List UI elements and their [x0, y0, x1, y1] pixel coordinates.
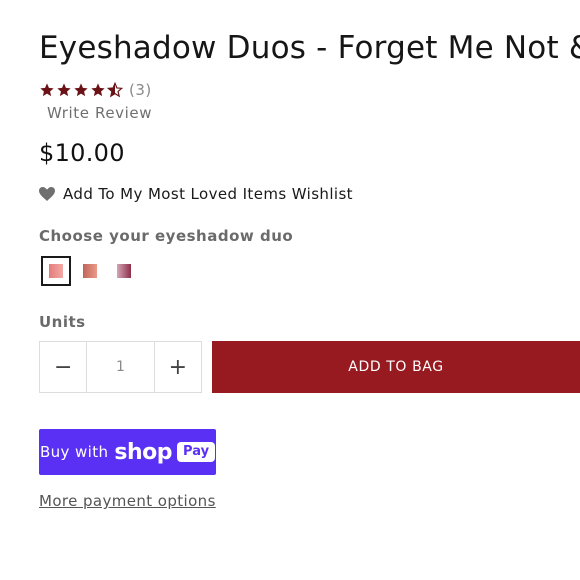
- quantity-decrease-button[interactable]: −: [40, 342, 87, 392]
- shop-logo: shop: [114, 439, 173, 465]
- rating-row[interactable]: (3): [39, 81, 152, 99]
- star-rating: [39, 82, 123, 98]
- swatch-color: [49, 264, 63, 278]
- review-count[interactable]: (3): [129, 81, 152, 99]
- buy-with-label: Buy with: [39, 443, 109, 461]
- more-payment-options-link[interactable]: More payment options: [39, 492, 216, 510]
- star-full-icon: [57, 83, 71, 97]
- wishlist-label: Add To My Most Loved Items Wishlist: [63, 185, 353, 203]
- swatch-option-3[interactable]: [109, 256, 139, 286]
- pay-badge: Pay: [177, 442, 216, 462]
- product-page: Eyeshadow Duos - Forget Me Not & (3) Wri…: [0, 0, 580, 580]
- variant-label: Choose your eyeshadow duo: [39, 227, 294, 245]
- star-half-icon: [107, 82, 123, 98]
- heart-icon: [39, 187, 55, 201]
- add-to-bag-button[interactable]: ADD TO BAG: [212, 341, 580, 393]
- star-full-icon: [74, 83, 88, 97]
- quantity-increase-button[interactable]: +: [154, 342, 202, 392]
- units-label: Units: [39, 313, 86, 331]
- wishlist-button[interactable]: Add To My Most Loved Items Wishlist: [39, 185, 353, 203]
- product-price: $10.00: [39, 139, 125, 167]
- shop-pay-button[interactable]: Buy with shop Pay: [39, 429, 216, 475]
- quantity-input[interactable]: 1: [86, 342, 155, 392]
- star-full-icon: [40, 83, 54, 97]
- swatch-option-1[interactable]: [41, 256, 71, 286]
- swatch-color: [117, 264, 131, 278]
- variant-swatches: [41, 256, 143, 286]
- swatch-color: [83, 264, 97, 278]
- write-review-link[interactable]: Write Review: [47, 104, 152, 122]
- star-full-icon: [91, 83, 105, 97]
- product-title: Eyeshadow Duos - Forget Me Not &: [39, 30, 580, 66]
- quantity-stepper: − 1 +: [39, 341, 202, 393]
- swatch-option-2[interactable]: [75, 256, 105, 286]
